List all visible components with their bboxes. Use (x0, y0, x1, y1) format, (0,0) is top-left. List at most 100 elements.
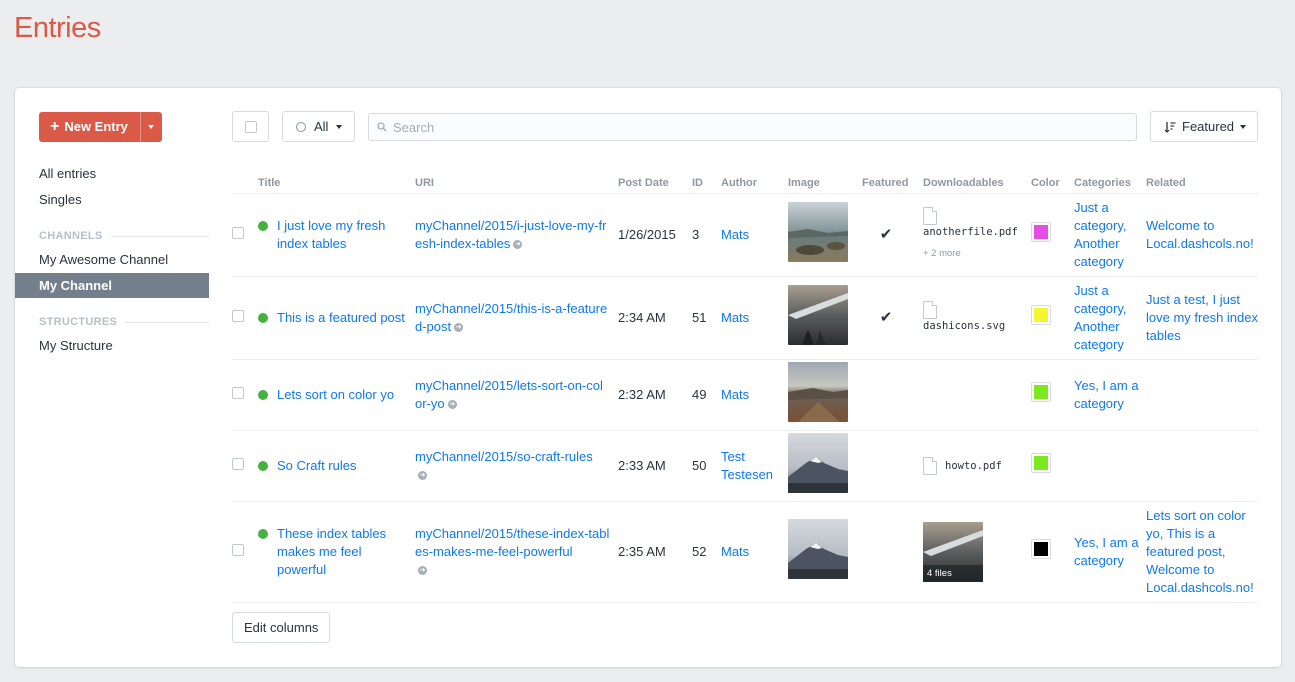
divider (125, 321, 209, 323)
table-header-row: Title URI Post Date ID Author Image Feat… (232, 173, 1258, 194)
sidebar-item-my-structure[interactable]: My Structure (15, 333, 209, 358)
related-links[interactable]: Lets sort on color yo, This is a feature… (1146, 508, 1254, 595)
file-name[interactable]: howto.pdf (945, 457, 1002, 475)
author-link[interactable]: Mats (721, 544, 749, 559)
entry-title-link[interactable]: These index tables makes me feel powerfu… (277, 525, 407, 579)
structures-heading: STRUCTURES (39, 316, 209, 328)
featured-empty (862, 359, 923, 431)
structures-heading-label: STRUCTURES (39, 316, 118, 328)
new-entry-button[interactable]: + New Entry (39, 112, 140, 142)
status-live-icon (258, 220, 268, 231)
file-item[interactable]: howto.pdf (923, 456, 1031, 475)
entry-id: 3 (692, 193, 721, 277)
more-files-link[interactable]: + 2 more (923, 245, 1031, 263)
sidebar-item-all-entries[interactable]: All entries (15, 161, 209, 186)
column-header-post-date[interactable]: Post Date (618, 173, 692, 194)
color-swatch (1031, 382, 1051, 402)
snowy-mountain-image-thumbnail[interactable] (788, 433, 848, 493)
external-link-icon[interactable]: ➜ (418, 565, 427, 575)
svg-file-icon (923, 300, 937, 319)
table-row[interactable]: So Craft rules myChannel/2015/so-craft-r… (232, 430, 1258, 502)
external-link-icon[interactable]: ➜ (418, 470, 427, 480)
color-swatch-fill (1034, 308, 1048, 322)
files-thumbnail[interactable]: 4 files (923, 521, 983, 582)
file-name[interactable]: dashicons.svg (923, 317, 1031, 335)
sidebar-item-my-channel[interactable]: My Channel (15, 273, 209, 298)
categories-links[interactable]: Yes, I am a category (1074, 378, 1139, 411)
status-live-icon (258, 312, 268, 323)
column-header-uri[interactable]: URI (415, 173, 618, 194)
sort-button[interactable]: Featured (1150, 111, 1258, 142)
beach-image-thumbnail[interactable] (788, 202, 848, 262)
column-header-categories[interactable]: Categories (1074, 173, 1146, 194)
entry-id: 51 (692, 276, 721, 360)
author-link[interactable]: Mats (721, 387, 749, 402)
table-row[interactable]: These index tables makes me feel powerfu… (232, 501, 1258, 603)
entry-title-link[interactable]: Lets sort on color yo (277, 386, 394, 404)
entry-uri-link[interactable]: myChannel/2015/this-is-a-featured-post (415, 301, 607, 334)
snowy-mountain-image-thumbnail[interactable] (788, 519, 848, 579)
row-checkbox[interactable] (232, 386, 244, 399)
author-link[interactable]: Test Testesen (721, 449, 773, 482)
search-input[interactable] (393, 119, 1093, 135)
related-links[interactable]: Welcome to Local.dashcols.no! (1146, 218, 1254, 251)
featured-empty (862, 501, 923, 603)
external-link-icon[interactable]: ➜ (447, 399, 457, 409)
row-checkbox[interactable] (232, 226, 244, 239)
entry-uri-link[interactable]: myChannel/2015/these-index-tables-makes-… (415, 526, 609, 559)
column-header-id[interactable]: ID (692, 173, 721, 194)
coastal-rocks-image-thumbnail[interactable] (788, 362, 848, 422)
author-link[interactable]: Mats (721, 310, 749, 325)
external-link-icon[interactable]: ➜ (513, 239, 523, 249)
table-row[interactable]: This is a featured post myChannel/2015/t… (232, 276, 1258, 360)
search-field[interactable] (368, 113, 1137, 141)
status-filter-label: All (314, 119, 329, 134)
external-link-icon[interactable]: ➜ (454, 322, 464, 332)
table-row[interactable]: I just love my fresh index tables myChan… (232, 193, 1258, 277)
entry-uri-link[interactable]: myChannel/2015/i-just-love-my-fresh-inde… (415, 218, 606, 251)
status-live-icon (258, 460, 268, 471)
post-date: 2:34 AM (618, 276, 692, 360)
categories-links[interactable]: Just a category, Another category (1074, 283, 1127, 352)
status-filter-button[interactable]: All (282, 111, 355, 142)
categories-links[interactable]: Yes, I am a category (1074, 535, 1139, 568)
column-header-image[interactable]: Image (788, 173, 862, 194)
new-entry-menu-button[interactable] (139, 112, 162, 142)
post-date: 2:33 AM (618, 430, 692, 502)
status-live-icon (258, 389, 268, 400)
categories-links[interactable]: Just a category, Another category (1074, 200, 1127, 269)
entries-table: Title URI Post Date ID Author Image Feat… (232, 173, 1258, 603)
column-header-author[interactable]: Author (721, 173, 788, 194)
featured-check-icon: ✔ (879, 225, 893, 243)
author-link[interactable]: Mats (721, 227, 749, 242)
edit-columns-button[interactable]: Edit columns (232, 612, 331, 643)
pdf-file-icon (923, 456, 937, 475)
row-checkbox[interactable] (232, 457, 244, 470)
sidebar-item-singles[interactable]: Singles (15, 187, 209, 212)
select-all-checkbox[interactable] (244, 120, 257, 133)
column-header-downloadables[interactable]: Downloadables (923, 173, 1031, 194)
file-name[interactable]: anotherfile.pdf (923, 223, 1031, 241)
table-row[interactable]: Lets sort on color yo myChannel/2015/let… (232, 359, 1258, 431)
entry-title-link[interactable]: I just love my fresh index tables (277, 217, 407, 253)
column-header-color[interactable]: Color (1031, 173, 1074, 194)
airplane-wing-image-thumbnail[interactable] (788, 285, 848, 345)
column-header-title[interactable]: Title (258, 173, 415, 194)
row-checkbox[interactable] (232, 543, 244, 556)
column-header-related[interactable]: Related (1146, 173, 1258, 194)
post-date: 2:35 AM (618, 501, 692, 603)
entry-title-link[interactable]: So Craft rules (277, 457, 356, 475)
divider (110, 235, 209, 237)
column-header-featured[interactable]: Featured (862, 173, 923, 194)
sidebar-item-my-awesome-channel[interactable]: My Awesome Channel (15, 247, 209, 272)
color-swatch (1031, 453, 1051, 473)
select-all-button[interactable] (232, 111, 269, 142)
entry-uri-link[interactable]: myChannel/2015/lets-sort-on-color-yo (415, 378, 603, 411)
page-title: Entries (14, 12, 101, 44)
search-icon (377, 122, 387, 132)
entry-title-link[interactable]: This is a featured post (277, 309, 405, 327)
row-checkbox[interactable] (232, 309, 244, 322)
new-entry-label: New Entry (64, 119, 128, 134)
entry-uri-link[interactable]: myChannel/2015/so-craft-rules (415, 449, 593, 464)
related-links[interactable]: Just a test, I just love my fresh index … (1146, 292, 1258, 343)
